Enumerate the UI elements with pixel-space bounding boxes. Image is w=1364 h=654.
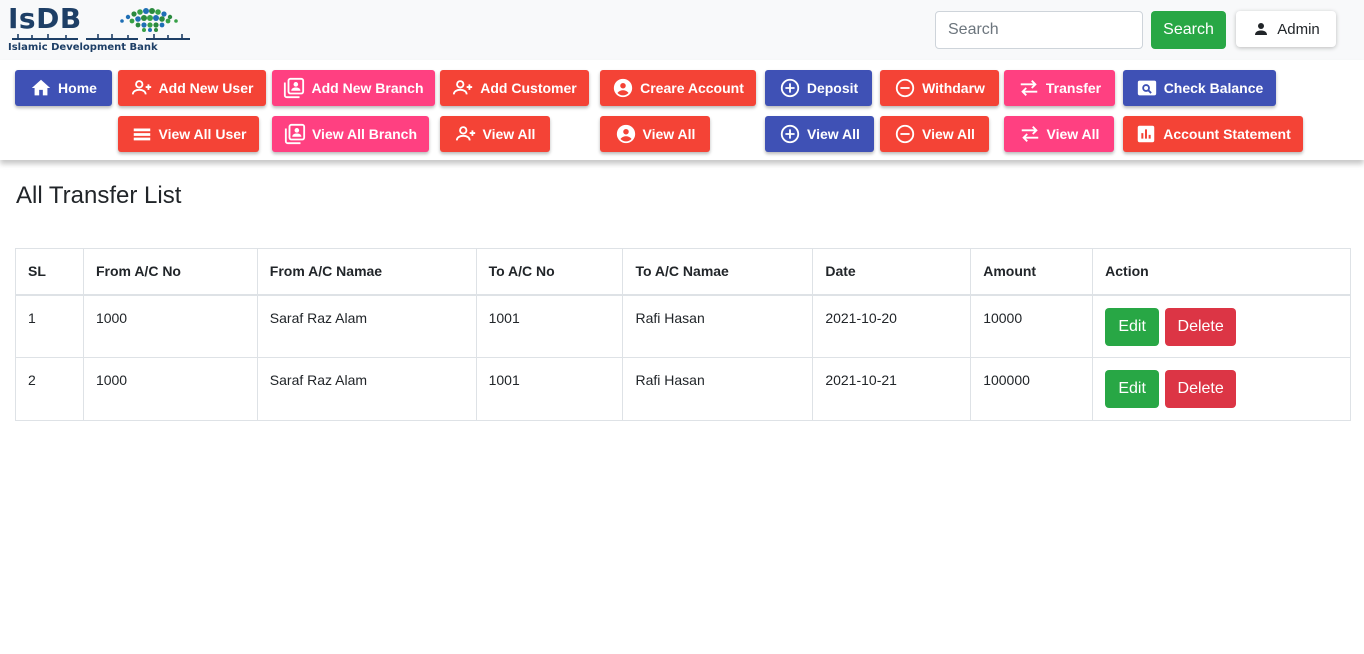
plus-circle-icon <box>780 124 800 144</box>
cell-to-account-name: Rafi Hasan <box>622 357 814 421</box>
check-balance-button[interactable]: Check Balance <box>1123 70 1276 106</box>
edit-button[interactable]: Edit <box>1105 370 1160 408</box>
add-new-user-label: Add New User <box>158 80 254 96</box>
swap-arrows-icon <box>1021 126 1038 142</box>
arabic-logotype <box>12 34 190 40</box>
table-header-row: SL From A/C No From A/C Namae To A/C No … <box>15 248 1351 296</box>
search-card-icon <box>1137 80 1156 96</box>
view-all-customers-button[interactable]: View All <box>440 116 550 152</box>
cell-from-account-no: 1000 <box>82 357 258 421</box>
withdraw-label: Withdarw <box>922 80 985 96</box>
admin-menu-button[interactable]: Admin <box>1236 11 1336 47</box>
cell-sl: 1 <box>15 294 84 358</box>
top-bar: IsDB Islamic Development Bank Search Sea… <box>0 0 1364 60</box>
account-statement-button[interactable]: Account Statement <box>1123 116 1303 152</box>
view-all-branch-label: View All Branch <box>311 126 418 142</box>
view-all-accounts-button[interactable]: View All <box>600 116 710 152</box>
action-navbar: Home Add New User Add New Branch Add Cus… <box>0 60 1364 160</box>
delete-button[interactable]: Delete <box>1165 370 1237 408</box>
add-customer-button[interactable]: Add Customer <box>440 70 589 106</box>
cell-sl: 2 <box>15 357 84 421</box>
minus-circle-icon <box>895 124 915 144</box>
cell-to-account-name: Rafi Hasan <box>622 294 814 358</box>
cell-action: Edit Delete <box>1092 357 1351 421</box>
deposit-label: Deposit <box>806 80 859 96</box>
add-new-branch-label: Add New Branch <box>311 80 424 96</box>
swap-arrows-icon <box>1020 80 1038 96</box>
transfer-label: Transfer <box>1045 80 1102 96</box>
view-all-withdraws-button[interactable]: View All <box>880 116 989 152</box>
list-icon <box>133 128 150 141</box>
header-to-account-no: To A/C No <box>475 248 624 296</box>
person-add-icon <box>455 126 475 141</box>
person-icon <box>1255 23 1268 35</box>
contact-book-icon <box>284 77 305 99</box>
header-sl: SL <box>15 248 84 296</box>
view-all-branch-button[interactable]: View All Branch <box>272 116 429 152</box>
table-row: 1 1000 Saraf Raz Alam 1001 Rafi Hasan 20… <box>15 294 1351 358</box>
header-amount: Amount <box>970 248 1094 296</box>
cell-to-account-no: 1001 <box>475 357 624 421</box>
cell-to-account-no: 1001 <box>475 294 624 358</box>
view-all-deposits-label: View All <box>807 126 860 142</box>
view-all-transfers-label: View All <box>1046 126 1100 142</box>
person-add-icon <box>131 80 151 95</box>
cell-from-account-name: Saraf Raz Alam <box>256 357 477 421</box>
view-all-customers-label: View All <box>482 126 536 142</box>
view-all-user-label: View All User <box>158 126 247 142</box>
cell-amount: 100000 <box>970 357 1094 421</box>
deposit-button[interactable]: Deposit <box>765 70 872 106</box>
transfer-table: SL From A/C No From A/C Namae To A/C No … <box>15 248 1351 421</box>
transfer-button[interactable]: Transfer <box>1004 70 1115 106</box>
logo-text: IsDB <box>8 2 82 35</box>
home-button-label: Home <box>58 80 97 96</box>
contact-book-icon <box>284 123 306 145</box>
cell-from-account-name: Saraf Raz Alam <box>256 294 477 358</box>
home-icon <box>31 79 51 96</box>
account-circle-icon <box>616 124 635 144</box>
plus-circle-icon <box>780 78 799 98</box>
add-new-branch-button[interactable]: Add New Branch <box>272 70 435 106</box>
globe-icon <box>120 8 178 32</box>
header-date: Date <box>812 248 972 296</box>
header-action: Action <box>1092 248 1351 296</box>
check-balance-label: Check Balance <box>1163 80 1264 96</box>
account-statement-label: Account Statement <box>1163 126 1291 142</box>
search-button[interactable]: Search <box>1151 11 1226 49</box>
logo-subtitle: Islamic Development Bank <box>8 42 158 53</box>
admin-label: Admin <box>1277 20 1320 38</box>
header-from-account-name: From A/C Namae <box>256 248 477 296</box>
search-input[interactable] <box>935 11 1143 49</box>
bar-chart-icon <box>1137 125 1155 143</box>
add-customer-label: Add Customer <box>480 80 577 96</box>
home-button[interactable]: Home <box>15 70 112 106</box>
minus-circle-icon <box>895 78 915 98</box>
cell-from-account-no: 1000 <box>82 294 258 358</box>
view-all-accounts-label: View All <box>642 126 696 142</box>
cell-action: Edit Delete <box>1092 294 1351 358</box>
add-new-user-button[interactable]: Add New User <box>118 70 266 106</box>
isdb-logo[interactable]: IsDB Islamic Development Bank <box>6 4 196 56</box>
cell-date: 2021-10-20 <box>812 294 972 358</box>
table-row: 2 1000 Saraf Raz Alam 1001 Rafi Hasan 20… <box>15 357 1351 421</box>
view-all-transfers-button[interactable]: View All <box>1004 116 1114 152</box>
view-all-user-button[interactable]: View All User <box>118 116 259 152</box>
delete-button[interactable]: Delete <box>1165 307 1237 346</box>
cell-amount: 10000 <box>970 294 1094 358</box>
edit-button[interactable]: Edit <box>1105 307 1160 346</box>
withdraw-button[interactable]: Withdarw <box>880 70 999 106</box>
header-from-account-no: From A/C No <box>82 248 258 296</box>
cell-date: 2021-10-21 <box>812 357 972 421</box>
person-add-icon <box>453 80 473 95</box>
account-circle-icon <box>613 78 633 98</box>
create-account-button[interactable]: Creare Account <box>600 70 756 106</box>
header-to-account-name: To A/C Namae <box>622 248 814 296</box>
page-title: All Transfer List <box>16 182 182 209</box>
view-all-deposits-button[interactable]: View All <box>765 116 874 152</box>
create-account-label: Creare Account <box>640 80 744 96</box>
view-all-withdraws-label: View All <box>922 126 975 142</box>
